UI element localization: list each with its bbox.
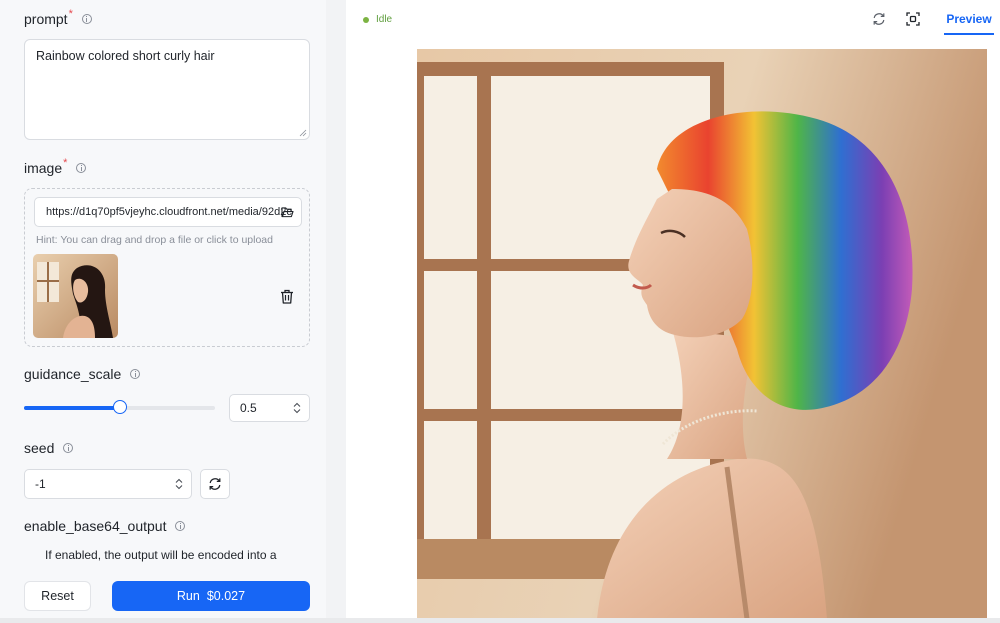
bottom-scroll-edge [0, 618, 1000, 623]
fullscreen-focus-icon[interactable] [906, 12, 920, 26]
info-icon[interactable] [63, 443, 74, 453]
reset-button[interactable]: Reset [24, 581, 91, 611]
image-url-input[interactable]: https://d1q70pf5vjeyhc.cloudfront.net/me… [34, 197, 302, 227]
resize-grip-icon[interactable] [299, 129, 307, 137]
input-panel: prompt * Rainbow colored short curly hai… [0, 0, 326, 623]
required-mark: * [68, 8, 73, 20]
run-button[interactable]: Run $0.027 [112, 581, 310, 611]
image-dropzone[interactable]: https://d1q70pf5vjeyhc.cloudfront.net/me… [24, 188, 310, 347]
uploaded-image-thumbnail [33, 254, 118, 338]
info-icon[interactable] [175, 521, 186, 531]
info-icon[interactable] [76, 163, 87, 173]
prompt-value: Rainbow colored short curly hair [36, 49, 215, 63]
seed-input[interactable]: -1 [24, 469, 192, 499]
run-price: $0.027 [206, 589, 246, 603]
slider-thumb[interactable] [112, 400, 127, 414]
base64-description: If enabled, the output will be encoded i… [45, 548, 277, 562]
base64-label-row: enable_base64_output [24, 518, 186, 534]
guidance-scale-value: 0.5 [240, 401, 257, 415]
randomize-seed-button[interactable] [200, 469, 230, 499]
image-label: image [24, 160, 63, 176]
folder-open-icon[interactable] [281, 207, 294, 218]
trash-icon[interactable] [280, 289, 294, 304]
output-panel: Idle Preview [346, 0, 1000, 623]
upload-hint: Hint: You can drag and drop a file or cl… [36, 234, 273, 246]
seed-label: seed [24, 440, 55, 456]
status-dot-icon [363, 16, 369, 23]
stepper-icon[interactable] [293, 402, 301, 414]
info-icon[interactable] [81, 14, 92, 24]
prompt-textarea[interactable]: Rainbow colored short curly hair [24, 39, 310, 140]
required-mark: * [63, 157, 68, 169]
info-icon[interactable] [130, 369, 141, 379]
guidance-scale-label-row: guidance_scale [24, 366, 141, 382]
output-preview-image [417, 49, 987, 619]
prompt-label: prompt [24, 11, 68, 27]
status-text: Idle [376, 14, 393, 25]
prompt-label-row: prompt * [24, 8, 92, 27]
image-label-row: image * [24, 157, 87, 176]
slider-fill [24, 406, 120, 410]
image-url-value: https://d1q70pf5vjeyhc.cloudfront.net/me… [46, 206, 292, 218]
seed-value: -1 [35, 477, 46, 491]
base64-label: enable_base64_output [24, 518, 167, 534]
tab-active-indicator [944, 33, 994, 35]
refresh-icon [209, 478, 221, 490]
tab-preview[interactable]: Preview [944, 12, 994, 26]
run-label: Run [176, 589, 200, 603]
stepper-icon[interactable] [175, 478, 183, 490]
seed-label-row: seed [24, 440, 74, 456]
refresh-icon[interactable] [872, 12, 886, 26]
status-badge: Idle [363, 14, 392, 25]
guidance-scale-input[interactable]: 0.5 [229, 394, 310, 422]
guidance-scale-label: guidance_scale [24, 366, 122, 382]
guidance-scale-slider[interactable] [24, 400, 215, 414]
